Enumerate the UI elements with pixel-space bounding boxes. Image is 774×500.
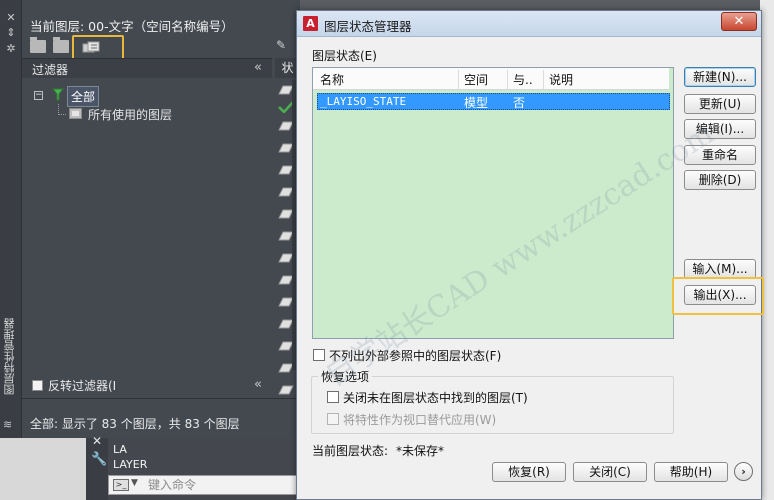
dialog-close-button[interactable]: ✕ bbox=[721, 12, 757, 31]
column-header-space[interactable]: 空间 bbox=[464, 71, 488, 88]
new-layer-icon[interactable]: ✎ bbox=[276, 38, 290, 52]
invert-filter-label: 反转过滤器(I bbox=[48, 379, 117, 393]
row-same-cell: 否 bbox=[513, 96, 526, 110]
delete-button[interactable]: 删除(D) bbox=[684, 170, 756, 190]
command-prompt-icon[interactable]: >_ bbox=[113, 479, 129, 491]
command-input[interactable] bbox=[148, 476, 293, 494]
tree-item-used-layers[interactable]: 所有使用的图层 bbox=[88, 106, 172, 123]
dialog-title: 图层状态管理器 bbox=[324, 19, 412, 34]
column-header-same-as-drawing[interactable]: 与.. bbox=[513, 71, 533, 88]
used-layers-filter-icon bbox=[69, 108, 82, 119]
tree-item-all[interactable]: 全部 bbox=[67, 86, 100, 107]
viewport-override-label: 将特性作为视口替代应用(W) bbox=[343, 413, 497, 427]
column-separator[interactable] bbox=[507, 70, 508, 89]
rename-button[interactable]: 重命名 bbox=[684, 145, 756, 165]
current-layer-label: 当前图层: 00-文字（空间名称编号） bbox=[30, 19, 234, 34]
close-layers-not-found-checkbox[interactable] bbox=[327, 391, 339, 403]
command-history-line: LA bbox=[113, 443, 127, 456]
edit-button[interactable]: 编辑(I)... bbox=[684, 119, 756, 139]
no-xref-states-label: 不列出外部参照中的图层状态(F) bbox=[329, 349, 502, 363]
column-separator[interactable] bbox=[543, 70, 544, 89]
close-button[interactable]: 关闭(C) bbox=[573, 462, 647, 482]
close-icon[interactable]: ✕ bbox=[5, 12, 17, 24]
command-history-line: LAYER bbox=[113, 458, 148, 471]
current-layer-state-value: *未保存* bbox=[396, 444, 445, 458]
wrench-icon[interactable]: 🔧 bbox=[91, 452, 107, 467]
column-separator[interactable] bbox=[458, 70, 459, 89]
close-icon[interactable]: ✕ bbox=[92, 434, 102, 448]
new-group-filter-icon[interactable] bbox=[53, 37, 69, 53]
palette-status-text: 全部: 显示了 83 个图层，共 83 个图层 bbox=[30, 417, 240, 431]
layer-states-label: 图层状态(E) bbox=[312, 49, 377, 63]
collapse-filter-pane-button-bottom[interactable]: « bbox=[254, 377, 262, 392]
filters-label: 过滤器 bbox=[32, 63, 69, 77]
desktop-background-bottom bbox=[0, 438, 86, 500]
layer-status-icon[interactable] bbox=[277, 384, 295, 395]
chevron-down-icon[interactable]: ▼ bbox=[131, 478, 138, 488]
no-xref-states-checkbox[interactable] bbox=[313, 349, 325, 361]
tree-collapse-toggle[interactable]: − bbox=[34, 91, 43, 100]
row-space-cell: 模型 bbox=[464, 96, 489, 110]
row-name-cell: _LAYISO_STATE bbox=[320, 95, 407, 108]
tree-connector bbox=[58, 104, 66, 115]
pin-icon[interactable]: ⇕ bbox=[5, 27, 17, 39]
help-button[interactable]: 帮助(H) bbox=[654, 462, 728, 482]
close-layers-not-found-label: 关闭未在图层状态中找到的图层(T) bbox=[343, 391, 528, 405]
new-property-filter-icon[interactable] bbox=[30, 37, 46, 53]
layers-stack-icon: ≋ bbox=[3, 418, 13, 431]
current-layer-state-label: 当前图层状态: bbox=[312, 444, 389, 458]
invert-filter-checkbox[interactable] bbox=[32, 380, 43, 391]
highlight-box-export-button bbox=[672, 277, 764, 315]
new-button[interactable]: 新建(N)... bbox=[684, 67, 756, 87]
palette-separator bbox=[22, 398, 300, 399]
restore-options-title: 恢复选项 bbox=[318, 368, 373, 385]
expand-dialog-button[interactable]: › bbox=[734, 462, 753, 481]
list-header bbox=[313, 68, 669, 90]
filter-all-icon bbox=[51, 88, 65, 102]
palette-vertical-title: 图层特性管理器 bbox=[3, 318, 16, 395]
collapse-filter-pane-button[interactable]: « bbox=[254, 60, 262, 75]
desktop-background-right bbox=[760, 0, 774, 500]
update-button[interactable]: 更新(U) bbox=[684, 94, 756, 114]
import-button[interactable]: 输入(M)... bbox=[684, 259, 756, 279]
viewport-override-checkbox[interactable] bbox=[327, 413, 339, 425]
autocad-logo-icon: A bbox=[303, 16, 318, 31]
gear-icon[interactable]: ✲ bbox=[5, 43, 17, 55]
column-header-description[interactable]: 说明 bbox=[549, 71, 573, 88]
restore-button[interactable]: 恢复(R) bbox=[492, 462, 566, 482]
column-header-name[interactable]: 名称 bbox=[320, 71, 344, 88]
